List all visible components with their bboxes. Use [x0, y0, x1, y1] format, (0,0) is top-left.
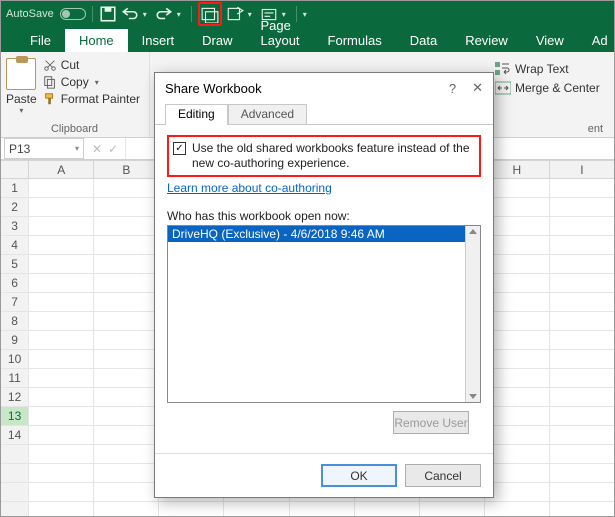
select-all-corner[interactable]	[1, 161, 29, 179]
row-header[interactable]: 12	[1, 388, 29, 407]
remove-user-button[interactable]: Remove User	[393, 411, 469, 434]
col-header[interactable]: B	[94, 161, 159, 179]
tab-data[interactable]: Data	[396, 29, 451, 52]
row-header[interactable]: 7	[1, 293, 29, 312]
undo-dropdown-icon[interactable]: ▾	[143, 10, 151, 19]
name-box[interactable]: P13 ▾	[4, 138, 84, 159]
scrollbar[interactable]	[465, 226, 480, 402]
redo-dropdown-icon[interactable]: ▾	[177, 10, 185, 19]
clipboard-group-label: Clipboard	[6, 121, 143, 137]
row-header[interactable]: 3	[1, 217, 29, 236]
format-painter-button[interactable]: Format Painter	[43, 92, 140, 106]
row-header[interactable]	[1, 502, 29, 517]
row-header[interactable]: 14	[1, 426, 29, 445]
row-header[interactable]: 2	[1, 198, 29, 217]
dialog-help-button[interactable]: ?	[449, 81, 456, 96]
row-header[interactable]: 6	[1, 274, 29, 293]
col-header[interactable]: A	[29, 161, 94, 179]
row-header[interactable]: 5	[1, 255, 29, 274]
dialog-tabs: Editing Advanced	[155, 103, 493, 125]
share-workbook-legacy-icon[interactable]	[198, 2, 222, 26]
paste-button[interactable]: Paste ▾	[6, 54, 39, 115]
cancel-button[interactable]: Cancel	[405, 464, 481, 487]
scissors-icon	[43, 58, 57, 72]
row-header[interactable]: 8	[1, 312, 29, 331]
merge-center-button[interactable]: Merge & Center	[495, 81, 609, 95]
who-open-label: Who has this workbook open now:	[167, 209, 481, 223]
paste-label: Paste	[6, 92, 37, 106]
list-item[interactable]: DriveHQ (Exclusive) - 4/6/2018 9:46 AM	[168, 226, 465, 242]
row-header[interactable]: 1	[1, 179, 29, 198]
enter-formula-icon: ✓	[108, 142, 118, 156]
tab-review[interactable]: Review	[451, 29, 522, 52]
checkbox-icon: ✓	[173, 142, 186, 155]
tab-advanced[interactable]: Advanced	[228, 104, 307, 125]
wrap-text-button[interactable]: Wrap Text	[495, 62, 609, 76]
tab-draw[interactable]: Draw	[188, 29, 246, 52]
merge-center-icon	[495, 81, 511, 95]
highlighted-option: ✓ Use the old shared workbooks feature i…	[167, 135, 481, 177]
copy-button[interactable]: Copy▾	[43, 75, 140, 89]
tab-insert[interactable]: Insert	[128, 29, 189, 52]
tab-formulas[interactable]: Formulas	[314, 29, 396, 52]
ribbon-tabs: File Home Insert Draw Page Layout Formul…	[0, 28, 615, 52]
use-legacy-checkbox[interactable]: ✓ Use the old shared workbooks feature i…	[173, 141, 475, 171]
alignment-group-label: ent	[495, 121, 609, 137]
row-header[interactable]	[1, 483, 29, 502]
users-listbox[interactable]: DriveHQ (Exclusive) - 4/6/2018 9:46 AM	[167, 225, 481, 403]
row-header[interactable]: 10	[1, 350, 29, 369]
paintbrush-icon	[43, 92, 57, 106]
checkbox-label: Use the old shared workbooks feature ins…	[192, 141, 475, 171]
tab-view[interactable]: View	[522, 29, 578, 52]
row-header[interactable]: 9	[1, 331, 29, 350]
clipboard-icon	[6, 58, 36, 90]
tab-file[interactable]: File	[16, 29, 65, 52]
col-header[interactable]: H	[484, 161, 549, 179]
autosave-label: AutoSave	[6, 8, 54, 20]
row-header[interactable]	[1, 445, 29, 464]
learn-more-link[interactable]: Learn more about co-authoring	[167, 181, 332, 195]
tab-addins[interactable]: Ad	[578, 29, 615, 52]
ok-button[interactable]: OK	[321, 464, 397, 487]
wrap-text-icon	[495, 62, 511, 76]
dialog-title: Share Workbook	[165, 81, 262, 96]
undo-icon[interactable]	[121, 5, 139, 23]
tab-editing[interactable]: Editing	[165, 104, 228, 125]
share-workbook-dialog: Share Workbook ? ✕ Editing Advanced ✓ Us…	[154, 72, 494, 498]
chevron-down-icon: ▾	[75, 144, 79, 153]
cancel-formula-icon: ✕	[92, 142, 102, 156]
protect-share-icon[interactable]	[226, 5, 244, 23]
dialog-close-button[interactable]: ✕	[472, 80, 483, 96]
tab-page-layout[interactable]: Page Layout	[247, 14, 314, 52]
col-header[interactable]: I	[549, 161, 614, 179]
row-header[interactable]: 4	[1, 236, 29, 255]
dialog-titlebar: Share Workbook ? ✕	[155, 73, 493, 103]
tab-home[interactable]: Home	[65, 29, 128, 52]
autosave-toggle[interactable]	[60, 8, 86, 20]
row-header[interactable]	[1, 464, 29, 483]
row-header[interactable]: 13	[1, 407, 29, 426]
cut-button[interactable]: Cut	[43, 58, 140, 72]
row-header[interactable]: 11	[1, 369, 29, 388]
save-icon[interactable]	[99, 5, 117, 23]
copy-icon	[43, 75, 57, 89]
redo-icon[interactable]	[155, 5, 173, 23]
